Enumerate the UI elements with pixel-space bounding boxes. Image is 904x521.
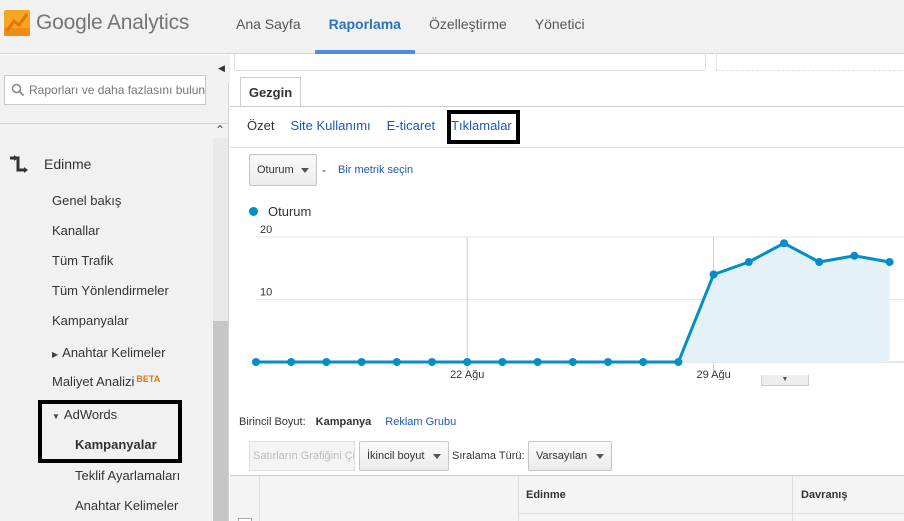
data-point [322,358,331,366]
card-edge [234,53,706,71]
nav-home[interactable]: Ana Sayfa [222,0,315,54]
highlight-box [38,400,182,463]
top-bar: Google Analytics Ana Sayfa Raporlama Öze… [0,0,904,54]
sidebar-item-keywords[interactable]: ▶ Anahtar Kelimeler [52,345,165,360]
highlight-box [447,110,520,144]
nav-reporting[interactable]: Raporlama [314,0,416,54]
sidebar-item-cost-analysis[interactable]: Maliyet Analizi BETA [52,374,160,389]
sort-type-select[interactable]: Varsayılan [528,441,612,471]
metric-select-value: Oturum [257,164,294,176]
card-edge [716,53,904,71]
main-nav: Ana Sayfa Raporlama Özelleştirme Yönetic… [222,0,599,54]
metric-select[interactable]: Oturum [249,154,317,186]
data-point [357,358,366,366]
data-point [744,258,753,266]
data-point [498,358,507,366]
report-area: Gezgin Özet Site Kullanımı E-ticaret Tık… [230,53,904,521]
chevron-down-icon [596,454,604,459]
sidebar-item-overview[interactable]: Genel bakış [52,193,121,208]
x-tick-label: 29 Ağu [696,369,730,380]
legend-label: Oturum [268,204,312,219]
search-input[interactable] [29,76,205,104]
logo[interactable]: Google Analytics [4,8,189,38]
data-point [639,358,648,366]
data-point [674,358,683,366]
sidebar-section-label: Edinme [44,156,92,172]
nav-admin[interactable]: Yönetici [521,0,599,54]
data-point [252,358,260,366]
column-group-behavior: Davranış [801,489,848,501]
data-point [885,258,894,266]
collapse-sidebar-icon[interactable]: ◀ [213,55,230,83]
data-point [815,258,824,266]
plot-rows-button[interactable]: Satırların Grafiğini Çiz [249,441,355,471]
secondary-dimension-value: İkincil boyut [367,450,425,462]
chevron-down-icon [301,168,309,173]
primary-dimension-ad-group[interactable]: Reklam Grubu [385,416,456,428]
sidebar-section-edinme[interactable]: Edinme [8,154,91,174]
legend-dot [249,207,258,216]
sidebar-item-all-referrals[interactable]: Tüm Yönlendirmeler [52,283,169,298]
logo-text: Google Analytics [36,11,190,34]
primary-dimension-label: Birincil Boyut: [239,416,306,428]
line-chart: 20 10 22 Ağu 29 Ağu [252,224,904,380]
chevron-up-icon[interactable]: ⌃ [215,123,225,137]
series-area [256,243,890,362]
chevron-down-icon [433,454,441,459]
sidebar: ⌃ Edinme Genel bakış Kanallar Tüm Trafik… [0,55,229,521]
triangle-right-icon: ▶ [52,350,59,359]
chart-resize-handle[interactable]: ▼ [761,375,809,386]
subtab-ecommerce[interactable]: E-ticaret [387,118,435,133]
chart-legend: Oturum [249,204,311,219]
column-divider [259,476,260,521]
x-tick-label: 22 Ağu [450,369,484,380]
sidebar-item-bid-adjustments[interactable]: Teklif Ayarlamaları [75,468,180,483]
sidebar-item-adwords-keywords[interactable]: Anahtar Kelimeler [75,498,178,513]
sort-type-label: Sıralama Türü: [452,450,525,462]
sidebar-item-channels[interactable]: Kanallar [52,223,100,238]
sidebar-divider [0,123,228,124]
sidebar-item-label: Anahtar Kelimeler [62,345,166,360]
nav-customization[interactable]: Özelleştirme [415,0,521,54]
data-point [533,358,542,366]
sidebar-item-label: Maliyet Analizi [52,374,135,389]
scrollbar-thumb[interactable] [213,321,228,521]
separator-dash: - [322,163,326,177]
choose-metric-link[interactable]: Bir metrik seçin [338,164,413,176]
data-point [850,251,859,260]
data-point [780,239,788,248]
search-icon [11,83,25,97]
divider [518,513,904,514]
data-point [287,358,296,366]
column-divider [792,476,793,521]
table-header: Edinme Davranış [230,475,904,521]
sidebar-item-campaigns[interactable]: Kampanyalar [52,313,129,328]
column-group-acquisition: Edinme [526,489,566,501]
beta-badge: BETA [136,374,161,384]
data-point [463,358,472,366]
data-point [392,358,401,366]
acquisition-icon [10,155,28,173]
data-point [428,358,436,366]
primary-dimension-campaign[interactable]: Kampanya [316,416,372,428]
column-divider [518,476,519,521]
primary-dimension: Birincil Boyut: Kampanya Reklam Grubu [239,416,466,428]
y-tick-label: 20 [260,224,272,236]
tab-divider [230,106,904,107]
y-tick-label: 10 [260,287,272,299]
data-point [604,358,612,366]
sidebar-item-all-traffic[interactable]: Tüm Trafik [52,253,113,268]
data-point [568,358,577,366]
secondary-dimension-select[interactable]: İkincil boyut [359,441,449,471]
data-point [709,270,718,279]
tab-explorer[interactable]: Gezgin [240,77,301,107]
sort-type-value: Varsayılan [536,450,588,462]
analytics-logo-icon [4,10,30,36]
subtab-summary[interactable]: Özet [247,118,274,133]
divider [230,147,904,148]
search-box[interactable] [4,75,206,105]
subtab-site-usage[interactable]: Site Kullanımı [290,118,370,133]
